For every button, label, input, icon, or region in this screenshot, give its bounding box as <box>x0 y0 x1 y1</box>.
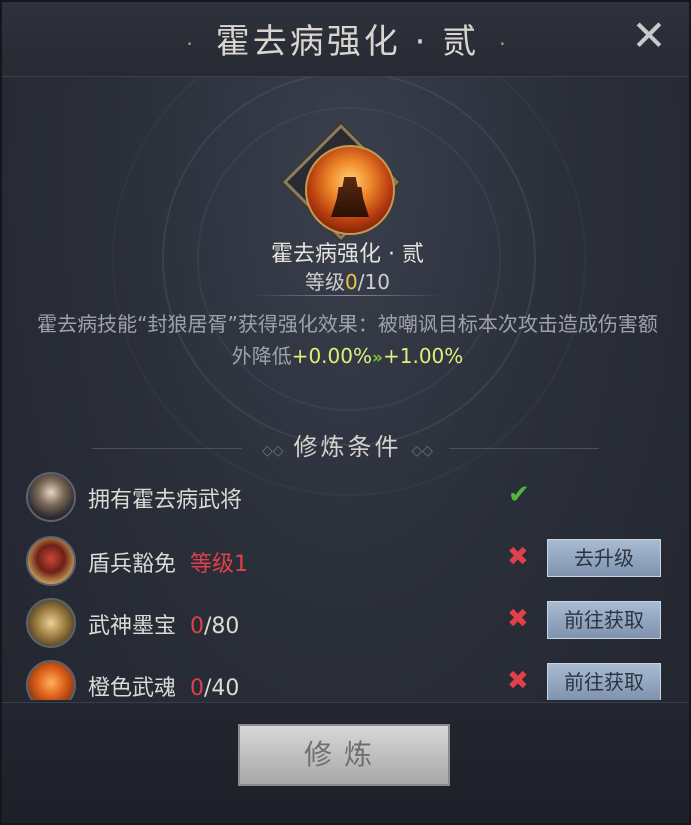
upgrade-button[interactable]: 去升级 <box>547 539 661 577</box>
condition-row: 橙色武魂 0/40 ✖ 前往获取 <box>26 658 676 700</box>
cross-icon: ✖ <box>507 604 529 634</box>
condition-label: 盾兵豁免 <box>88 552 177 577</box>
orange-soul-icon[interactable] <box>26 660 76 700</box>
shield-soldier-icon[interactable] <box>26 536 76 586</box>
window-title-text: 霍去病强化 · 贰 <box>215 22 480 62</box>
go-obtain-button[interactable]: 前往获取 <box>547 663 661 700</box>
check-icon: ✔ <box>508 480 530 510</box>
level-label: 等级 <box>305 270 346 294</box>
next-value: +1.00% <box>382 344 464 368</box>
condition-row: 拥有霍去病武将 ✔ <box>26 470 676 526</box>
condition-label: 武神墨宝 <box>88 614 177 639</box>
condition-owned: 0 <box>190 676 205 700</box>
martial-book-icon[interactable] <box>26 598 76 648</box>
go-obtain-button[interactable]: 前往获取 <box>547 601 661 639</box>
skill-description: 霍去病技能“封狼居胥”获得强化效果：被嘲讽目标本次攻击造成伤害额外降低+0.00… <box>30 308 665 374</box>
window-title: · 霍去病强化 · 贰 · <box>2 14 689 63</box>
ornament-icon: ◇◇ <box>261 443 284 459</box>
condition-label: 橙色武魂 <box>88 676 177 700</box>
condition-needed: /80 <box>204 614 240 639</box>
current-value: +0.00% <box>291 344 372 368</box>
close-icon[interactable]: ✕ <box>627 15 671 60</box>
condition-requirement: 等级1 <box>190 552 249 577</box>
title-bar: · 霍去病强化 · 贰 · ✕ <box>2 2 689 77</box>
skill-name: 霍去病强化 · 贰 <box>271 242 424 267</box>
title-dot-left: · <box>186 31 196 56</box>
level-current: 0 <box>345 270 358 294</box>
level-max: /10 <box>357 270 390 294</box>
title-dot-right: · <box>499 31 509 56</box>
divider <box>252 295 442 296</box>
condition-needed: /40 <box>204 676 240 700</box>
conditions-header-text: 修炼条件 <box>293 433 402 461</box>
conditions-header: ◇◇ 修炼条件 ◇◇ <box>2 427 689 462</box>
condition-text: 橙色武魂 0/40 <box>88 670 239 700</box>
condition-row: 盾兵豁免 等级1 ✖ 去升级 <box>26 534 676 590</box>
cross-icon: ✖ <box>507 666 529 696</box>
arrow-icon: » <box>372 348 383 368</box>
general-portrait-icon[interactable] <box>26 472 76 522</box>
fire-temple-icon <box>331 177 369 217</box>
cross-icon: ✖ <box>507 542 529 572</box>
condition-owned: 0 <box>190 614 205 639</box>
footer: 修炼 <box>2 702 689 823</box>
skill-level: 等级0/10 <box>2 266 689 295</box>
skill-icon[interactable] <box>305 145 395 235</box>
condition-row: 武神墨宝 0/80 ✖ 前往获取 <box>26 596 676 652</box>
conditions-list[interactable]: 拥有霍去病武将 ✔ 盾兵豁免 等级1 ✖ 去升级 武神墨宝 0/80 ✖ 前往获… <box>2 464 689 700</box>
train-button[interactable]: 修炼 <box>238 724 450 786</box>
condition-label: 拥有霍去病武将 <box>88 488 243 513</box>
condition-text: 盾兵豁免 等级1 <box>88 546 248 578</box>
condition-text: 拥有霍去病武将 <box>88 482 242 514</box>
skill-enhance-panel: · 霍去病强化 · 贰 · ✕ 霍去病强化 · 贰 等级0/10 霍去病技能“封狼居… <box>0 0 691 825</box>
ornament-icon: ◇◇ <box>411 443 434 459</box>
condition-text: 武神墨宝 0/80 <box>88 608 239 640</box>
